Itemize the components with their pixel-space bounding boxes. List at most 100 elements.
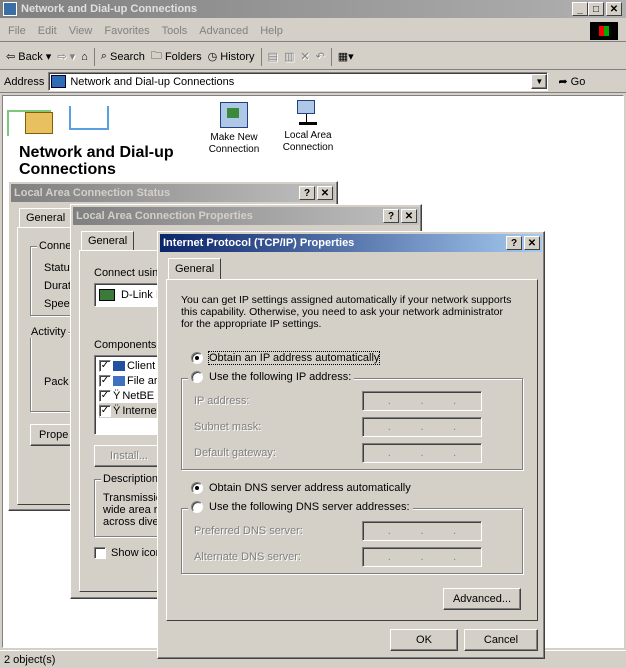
obtain-ip-auto-option[interactable]: Obtain an IP address automatically xyxy=(191,351,381,365)
use-following-ip-option[interactable]: Use the following IP address: xyxy=(188,371,355,383)
explorer-titlebar[interactable]: Network and Dial-up Connections xyxy=(0,0,626,18)
folders-button[interactable]: 🗀 Folders xyxy=(151,47,202,66)
network-adapter-icon xyxy=(99,289,115,301)
menu-edit[interactable]: Edit xyxy=(38,25,57,37)
tcpip-dialog-titlebar[interactable]: Internet Protocol (TCP/IP) Properties xyxy=(160,234,542,252)
menu-favorites[interactable]: Favorites xyxy=(104,25,149,37)
go-button[interactable]: ➦ Go xyxy=(558,75,585,89)
close-icon[interactable]: ✕ xyxy=(317,186,333,200)
explorer-title: Network and Dial-up Connections xyxy=(21,3,198,15)
install-button[interactable]: Install... xyxy=(94,445,164,467)
address-label: Address xyxy=(4,75,45,88)
obtain-dns-auto-option[interactable]: Obtain DNS server address automatically xyxy=(191,482,411,494)
address-bar: Address Network and Dial-up Connections … xyxy=(0,71,626,93)
component-checkbox[interactable]: ✓ xyxy=(99,374,111,387)
tcpip-dialog: Internet Protocol (TCP/IP) Properties ? … xyxy=(157,231,545,659)
windows-logo-icon xyxy=(590,22,618,40)
components-label: Components c xyxy=(94,339,165,351)
folder-icon: 🗀 xyxy=(150,50,162,62)
undo-icon[interactable]: ↶ xyxy=(316,50,325,63)
properties-dialog-titlebar[interactable]: Local Area Connection Properties xyxy=(73,207,419,225)
address-input[interactable]: Network and Dial-up Connections ▼ xyxy=(48,72,549,91)
default-gateway-field[interactable]: ... xyxy=(362,443,482,463)
duration-label: Durat xyxy=(44,280,71,292)
maximize-icon[interactable]: □ xyxy=(588,2,604,16)
tab-general[interactable]: General xyxy=(81,231,135,251)
connect-using-label: Connect using xyxy=(94,267,165,279)
protocol-icon: Ÿ xyxy=(113,404,121,417)
preferred-dns-field[interactable]: ... xyxy=(362,521,482,541)
list-item[interactable]: ✓ Ÿ Interne xyxy=(99,403,163,418)
alternate-dns-field[interactable]: ... xyxy=(362,547,482,567)
help-icon[interactable]: ? xyxy=(299,186,315,200)
client-icon xyxy=(113,360,125,371)
tcpip-tab-panel: You can get IP settings assigned automat… xyxy=(166,279,538,621)
packets-label: Pack xyxy=(44,376,69,388)
move-to-icon[interactable]: ▤ xyxy=(268,50,278,63)
local-area-connection-item[interactable]: Local Area Connection xyxy=(273,100,343,154)
tab-general[interactable]: General xyxy=(19,208,73,228)
up-folder-icon[interactable]: ⌂ xyxy=(81,51,88,63)
obtain-ip-auto-radio[interactable] xyxy=(191,352,203,364)
back-button[interactable]: ⇦ Back ▾ xyxy=(6,50,51,64)
ip-address-group: Use the following IP address: IP address… xyxy=(181,371,523,470)
status-dialog-titlebar[interactable]: Local Area Connection Status xyxy=(11,184,335,202)
component-checkbox[interactable]: ✓ xyxy=(99,404,111,417)
window-controls: _ □ ✕ xyxy=(572,2,622,16)
tab-general[interactable]: General xyxy=(168,258,222,280)
status-label: Statu xyxy=(44,262,70,274)
subnet-mask-field[interactable]: ... xyxy=(362,417,482,437)
close-icon[interactable]: ✕ xyxy=(524,236,540,250)
list-item[interactable]: ✓ File ar xyxy=(99,373,163,388)
folder-banner-graphic xyxy=(7,98,117,138)
list-item[interactable]: ✓ Ÿ NetBE xyxy=(99,388,163,403)
help-icon[interactable]: ? xyxy=(383,209,399,223)
menu-help[interactable]: Help xyxy=(260,25,283,37)
alternate-dns-label: Alternate DNS server: xyxy=(194,551,301,563)
explorer-icon xyxy=(3,2,17,16)
make-new-connection-item[interactable]: Make New Connection xyxy=(199,102,269,156)
menu-view[interactable]: View xyxy=(69,25,93,37)
delete-icon[interactable]: ✕ xyxy=(300,50,309,63)
history-icon: ◷ xyxy=(207,51,218,63)
views-icon[interactable]: ▦▾ xyxy=(338,50,354,63)
advanced-button[interactable]: Advanced... xyxy=(443,588,521,610)
ok-button[interactable]: OK xyxy=(390,629,458,651)
speed-label: Spee xyxy=(44,298,70,310)
component-checkbox[interactable]: ✓ xyxy=(99,389,111,402)
network-computer-icon xyxy=(295,100,321,126)
menu-tools[interactable]: Tools xyxy=(162,25,188,37)
menu-advanced[interactable]: Advanced xyxy=(199,25,248,37)
minimize-icon[interactable]: _ xyxy=(572,2,588,16)
network-folder-icon xyxy=(51,75,67,88)
search-icon: ⌕ xyxy=(100,50,107,62)
intro-text: You can get IP settings assigned automat… xyxy=(181,294,512,330)
ip-address-field[interactable]: ... xyxy=(362,391,482,411)
ip-address-label: IP address: xyxy=(194,395,250,407)
cancel-button[interactable]: Cancel xyxy=(464,629,538,651)
search-button[interactable]: ⌕ Search xyxy=(101,50,145,63)
back-arrow-icon: ⇦ xyxy=(6,51,16,63)
adapter-field: D-Link I xyxy=(94,283,164,307)
use-following-ip-radio[interactable] xyxy=(191,371,203,383)
use-following-dns-option[interactable]: Use the following DNS server addresses: xyxy=(188,501,413,513)
copy-to-icon[interactable]: ▥ xyxy=(284,50,294,63)
status-text: 2 object(s) xyxy=(4,653,56,666)
list-item[interactable]: ✓ Client xyxy=(99,358,163,373)
subnet-mask-label: Subnet mask: xyxy=(194,421,262,433)
use-following-dns-radio[interactable] xyxy=(191,501,203,513)
close-icon[interactable]: ✕ xyxy=(401,209,417,223)
file-share-icon xyxy=(113,375,125,386)
make-new-connection-icon xyxy=(220,102,248,128)
menu-file[interactable]: File xyxy=(8,25,26,37)
show-icon-option[interactable]: Show icon xyxy=(94,547,162,559)
show-icon-checkbox[interactable] xyxy=(94,547,106,559)
help-icon[interactable]: ? xyxy=(506,236,522,250)
history-button[interactable]: ◷ History xyxy=(207,50,255,64)
obtain-dns-auto-radio[interactable] xyxy=(191,482,203,494)
address-dropdown-icon[interactable]: ▼ xyxy=(531,74,548,89)
forward-button[interactable]: ⇨ ▾ xyxy=(57,50,75,63)
close-icon[interactable]: ✕ xyxy=(606,2,622,16)
component-checkbox[interactable]: ✓ xyxy=(99,359,111,372)
description-text: Transmissic xyxy=(103,492,162,504)
